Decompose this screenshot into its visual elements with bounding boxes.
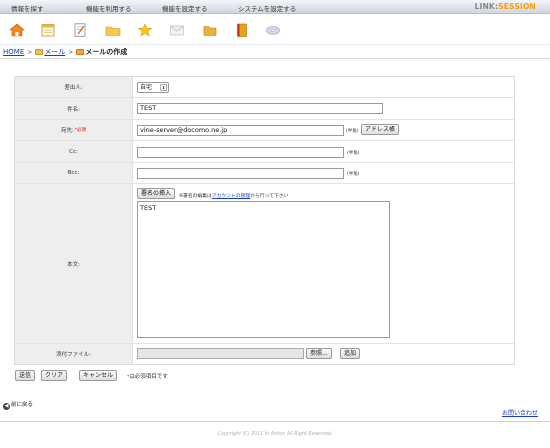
menu-item-search[interactable]: 情報を探す (11, 3, 44, 13)
back-link-label: 前に戻る (11, 402, 34, 408)
attachment-label: 添付ファイル: (15, 344, 133, 364)
back-arrow-icon: ◀ (3, 403, 10, 410)
breadcrumb: HOME > メール > メールの作成 (3, 47, 127, 57)
to-row: 宛先: *必須 vine-server@docomo.ne.jp (半角) アドレ… (15, 120, 514, 141)
bcc-row: Bcc: (半角) (15, 163, 514, 184)
calendar-icon[interactable] (40, 23, 56, 37)
attachment-label-text: 添付ファイル: (56, 352, 91, 358)
breadcrumb-separator: > (68, 49, 74, 56)
star-icon[interactable] (137, 23, 153, 37)
logo-accent: SESSION (498, 2, 536, 11)
cancel-button[interactable]: キャンセル (79, 370, 118, 381)
bcc-label-text: Bcc: (67, 170, 80, 176)
sender-row: 差出人: 自宅 ⬍ (15, 77, 514, 98)
browse-button[interactable]: 参照... (306, 348, 332, 359)
memo-icon[interactable] (72, 23, 88, 37)
mail-folder-icon (35, 49, 44, 55)
send-button[interactable]: 送信 (15, 370, 36, 381)
cc-label-text: Cc: (69, 148, 78, 155)
signature-note: ※署名の編集はアカウントの管理から行って下さい (179, 192, 288, 199)
insert-signature-button[interactable]: 署名の挿入 (137, 188, 176, 199)
cc-hint: (半角) (347, 151, 360, 156)
address-book-button[interactable]: アドレス帳 (361, 124, 400, 135)
to-label-text: 宛先: (60, 128, 74, 134)
logo-prefix: LINK (474, 2, 495, 11)
folder-icon[interactable] (202, 23, 218, 37)
mail-icon[interactable] (169, 23, 185, 37)
cc-row: Cc: (半角) (15, 141, 514, 163)
account-management-link[interactable]: アカウントの管理 (212, 194, 250, 199)
disc-icon[interactable] (265, 23, 281, 37)
body-textarea[interactable]: TEST (137, 201, 390, 338)
breadcrumb-separator: > (27, 49, 33, 56)
breadcrumb-mail-link[interactable]: メール (44, 48, 65, 56)
required-note-text: は必須項目です (129, 374, 168, 380)
required-note: *は必須項目です (127, 372, 168, 380)
icon-toolbar (0, 14, 550, 44)
sender-label-text: 差出人: (64, 85, 83, 91)
menu-item-settings[interactable]: 機能を設定する (162, 3, 208, 13)
home-icon[interactable] (9, 23, 25, 37)
subject-label-text: 件名: (67, 106, 80, 113)
breadcrumb-divider (0, 58, 550, 59)
cc-input[interactable] (137, 147, 344, 158)
signature-note-suffix: から行って下さい (250, 194, 289, 199)
breadcrumb-current: メールの作成 (85, 48, 128, 56)
contact-link[interactable]: お問い合わせ (502, 408, 538, 417)
sender-select[interactable]: 自宅 ⬍ (137, 82, 169, 93)
app-logo: LINK:SESSION (474, 2, 536, 11)
breadcrumb-home-link[interactable]: HOME (3, 48, 24, 56)
file-path-field[interactable] (137, 348, 304, 359)
subject-input[interactable]: TEST (137, 103, 383, 114)
sender-select-value: 自宅 (140, 84, 153, 91)
subject-label: 件名: (15, 98, 133, 119)
book-icon[interactable] (234, 23, 250, 37)
add-attachment-button[interactable]: 追加 (340, 348, 361, 359)
bcc-hint: (半角) (347, 172, 360, 177)
to-label: 宛先: *必須 (15, 120, 133, 140)
select-arrow-icon: ⬍ (160, 84, 167, 91)
cc-label: Cc: (15, 141, 133, 162)
menu-item-system[interactable]: システムを設定する (238, 3, 296, 13)
bcc-input[interactable] (137, 168, 344, 179)
bcc-label: Bcc: (15, 163, 133, 183)
copyright-text: Copyright (C) 2011 In Artion All Right R… (217, 432, 333, 437)
compose-form: 差出人: 自宅 ⬍ 件名: TEST 宛先: *必須 vine-server@doc… (14, 76, 515, 365)
compose-folder-icon (76, 49, 85, 55)
to-input[interactable]: vine-server@docomo.ne.jp (137, 125, 344, 136)
subject-row: 件名: TEST (15, 98, 514, 120)
toolbar-divider (0, 44, 550, 45)
body-label-text: 本文: (67, 261, 80, 268)
to-hint: (半角) (346, 129, 359, 134)
attachment-row: 添付ファイル: 参照... 追加 (15, 344, 514, 364)
sender-label: 差出人: (15, 77, 133, 97)
signature-note-prefix: ※署名の編集は (179, 194, 212, 199)
back-link[interactable]: ◀ 前に戻る (3, 400, 33, 410)
required-mark: *必須 (74, 128, 87, 133)
footer-divider (0, 421, 550, 422)
body-label: 本文: (15, 184, 133, 343)
folder-icon[interactable] (105, 23, 121, 37)
top-menu-bar: 情報を探す 機能を利用する 機能を設定する システムを設定する LINK:SES… (0, 0, 550, 14)
menu-item-use[interactable]: 機能を利用する (86, 3, 132, 13)
clear-button[interactable]: クリア (41, 370, 68, 381)
body-row: 本文: 署名の挿入 ※署名の編集はアカウントの管理から行って下さい TEST (15, 184, 514, 344)
